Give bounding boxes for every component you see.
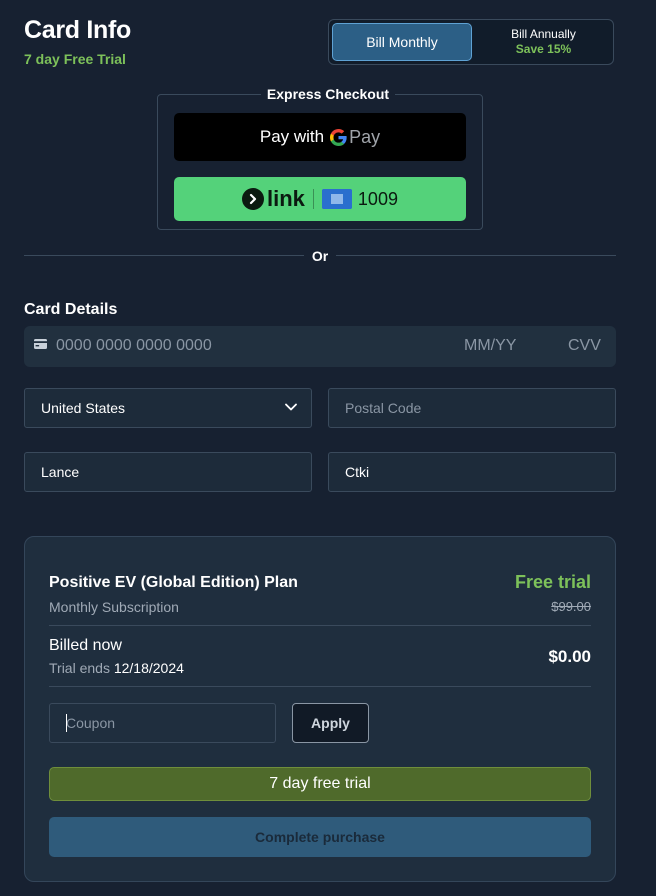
country-value: United States [41,400,126,416]
page-title: Card Info [24,16,132,44]
last-name-input[interactable]: Ctki [328,452,616,492]
card-cvv-input[interactable]: CVV [568,337,601,355]
amex-card-icon [321,189,352,209]
card-expiry-input[interactable]: MM/YY [464,337,516,355]
google-g-icon [330,128,347,146]
card-details-field: 0000 0000 0000 0000 MM/YY CVV [24,326,616,367]
free-trial-label: Free trial [514,572,591,592]
trial-ends-label: Trial ends [49,660,110,676]
google-pay-button[interactable]: Pay with Pay [174,113,466,161]
gpay-brand-pay: Pay [349,126,381,147]
complete-purchase-button[interactable]: Complete purchase [49,817,591,857]
postal-code-input[interactable]: Postal Code [328,388,616,428]
express-checkout-legend: Express Checkout [0,86,656,102]
plan-subtitle: Monthly Subscription [49,599,179,615]
trial-banner: 7 day free trial [49,767,591,801]
gpay-prefix: Pay with [259,127,325,146]
divider-left [24,255,304,256]
card-details-label: Card Details [24,301,118,318]
trial-ends-text: Trial ends 12/18/2024 [49,660,184,676]
card-number-input[interactable]: 0000 0000 0000 0000 [56,337,212,355]
bill-annually-option[interactable]: Bill Annually Save 15% [476,23,611,61]
bill-annually-label: Bill Annually [511,27,576,41]
first-name-input[interactable]: Lance [24,452,312,492]
chevron-down-icon [285,403,297,411]
text-caret [66,714,67,732]
link-brand-text: link [267,186,305,211]
billed-now-amount: $0.00 [548,647,591,666]
original-price: $99.00 [551,599,591,614]
country-select[interactable]: United States [24,388,312,428]
trial-ends-date: 12/18/2024 [113,660,184,676]
credit-card-icon [34,339,47,349]
apply-coupon-button[interactable]: Apply [292,703,369,743]
coupon-input[interactable]: Coupon [49,703,276,743]
link-arrow-icon [242,188,265,210]
billed-now-label: Billed now [49,637,122,654]
link-logo: link [242,186,305,212]
checkout-page: Card Info 7 day Free Trial Bill Monthly … [0,0,656,896]
google-pay-logo: Pay [330,127,380,148]
express-checkout-label: Express Checkout [260,86,396,102]
annual-save-label: Save 15% [515,42,572,56]
summary-divider [49,686,591,687]
plan-name: Positive EV (Global Edition) Plan [49,574,298,591]
summary-divider [49,625,591,626]
link-pay-button[interactable]: link 1009 [174,177,466,221]
billing-toggle: Bill Monthly Bill Annually Save 15% [328,19,614,65]
divider-right [336,255,616,256]
trial-tag: 7 day Free Trial [24,51,126,67]
or-divider-label: Or [311,248,329,264]
link-card-last4: 1009 [357,188,398,209]
bill-monthly-option[interactable]: Bill Monthly [332,23,472,61]
link-separator [312,189,314,209]
